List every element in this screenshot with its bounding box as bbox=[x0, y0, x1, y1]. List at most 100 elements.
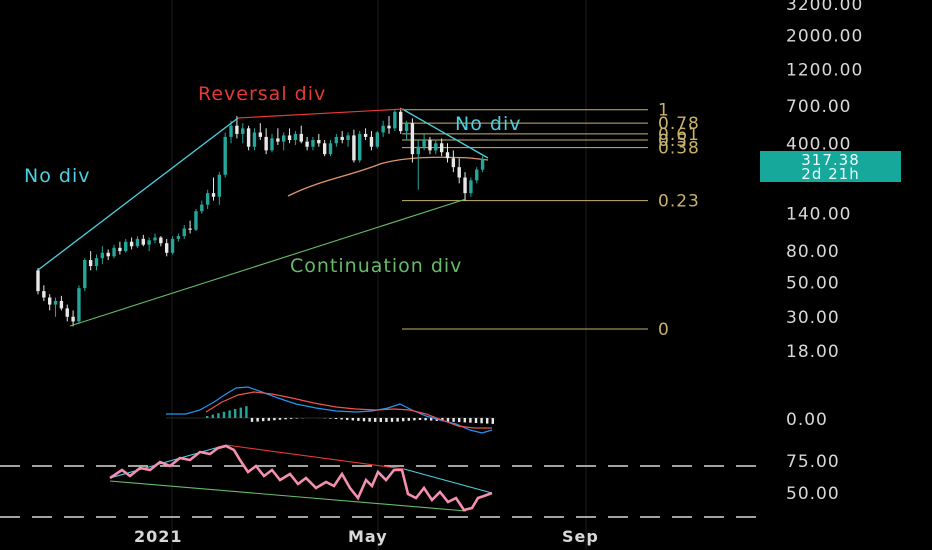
macd-histogram-bar bbox=[239, 407, 242, 418]
current-price-countdown: 2d 21h bbox=[801, 165, 860, 183]
fib-level-label: 0.38 bbox=[658, 139, 700, 159]
candle bbox=[276, 128, 280, 145]
macd-histogram-bar bbox=[290, 418, 293, 419]
candle bbox=[322, 140, 327, 157]
macd-histogram-bar bbox=[245, 406, 248, 418]
macd-histogram-bar bbox=[379, 418, 382, 422]
candle bbox=[346, 132, 350, 147]
macd-histogram-bar bbox=[469, 418, 472, 423]
price-axis-label: 30.00 bbox=[786, 308, 840, 328]
candle bbox=[124, 238, 128, 253]
candle bbox=[475, 167, 479, 184]
macd-pane bbox=[166, 386, 494, 434]
candle bbox=[211, 177, 216, 201]
current-price-tag[interactable]: 317.38 2d 21h bbox=[760, 151, 901, 182]
rsi-no-div-trendline-right bbox=[403, 468, 493, 494]
macd-histogram-bar bbox=[402, 418, 405, 422]
fib-level-label: 0 bbox=[658, 320, 670, 340]
candle bbox=[439, 138, 444, 157]
macd-histogram-bar bbox=[206, 416, 209, 418]
candle bbox=[217, 172, 222, 205]
candle bbox=[463, 172, 467, 201]
macd-histogram-bar bbox=[413, 418, 416, 421]
candle bbox=[205, 189, 210, 209]
candle bbox=[334, 133, 339, 147]
candle bbox=[53, 297, 58, 317]
candle bbox=[299, 125, 303, 144]
macd-histogram-bar bbox=[357, 418, 360, 421]
macd-histogram-bar bbox=[284, 418, 287, 420]
candle bbox=[457, 158, 461, 184]
macd-histogram-bar bbox=[491, 418, 494, 424]
candle bbox=[451, 150, 456, 173]
macd-line bbox=[166, 386, 493, 434]
candle bbox=[159, 236, 163, 247]
macd-histogram-bar bbox=[452, 418, 455, 422]
candle bbox=[170, 236, 175, 255]
candle bbox=[293, 131, 298, 145]
candle bbox=[258, 123, 262, 141]
candle bbox=[176, 233, 181, 242]
macd-histogram-bar bbox=[256, 418, 259, 422]
price-axis-label: 140.00 bbox=[786, 205, 851, 225]
rsi-axis-label-75: 75.00 bbox=[786, 452, 840, 472]
macd-histogram-bar bbox=[340, 418, 343, 420]
macd-histogram-bar bbox=[458, 418, 461, 423]
price-axis-label: 2000.00 bbox=[786, 26, 863, 46]
candle bbox=[363, 128, 368, 141]
fib-retracement[interactable]: 10.780.610.50.380.230 bbox=[402, 101, 700, 340]
reversal-div-label: Reversal div bbox=[198, 83, 326, 105]
candle bbox=[340, 131, 344, 144]
candle bbox=[42, 285, 46, 301]
chart-canvas[interactable]: 3200.002000.001200.00700.00400.00140.008… bbox=[0, 0, 932, 550]
candle bbox=[48, 294, 52, 311]
candle bbox=[399, 107, 403, 134]
candle bbox=[141, 234, 145, 247]
candle bbox=[200, 200, 204, 214]
macd-histogram-bar bbox=[250, 418, 254, 422]
macd-signal-line bbox=[205, 391, 492, 429]
candle bbox=[311, 136, 315, 151]
macd-histogram-bar bbox=[346, 418, 349, 420]
candle bbox=[270, 133, 274, 153]
candle bbox=[106, 249, 110, 261]
macd-histogram-bar bbox=[217, 413, 220, 418]
candle bbox=[59, 295, 64, 311]
candle bbox=[36, 268, 40, 295]
macd-histogram-bar bbox=[262, 418, 265, 422]
candle bbox=[375, 131, 379, 149]
macd-histogram-bar bbox=[385, 418, 388, 422]
macd-histogram-bar bbox=[424, 418, 427, 421]
macd-histogram-bar bbox=[234, 409, 237, 418]
candle bbox=[194, 208, 198, 231]
candle bbox=[469, 177, 473, 197]
macd-histogram-bar bbox=[273, 418, 276, 421]
macd-histogram-bar bbox=[329, 418, 332, 419]
candle bbox=[328, 140, 333, 157]
reversal-div-trendline bbox=[237, 108, 405, 119]
candle bbox=[65, 304, 69, 322]
price-axis-label: 3200.00 bbox=[786, 0, 863, 15]
candle bbox=[182, 225, 186, 239]
candle bbox=[252, 128, 257, 151]
candle bbox=[71, 310, 75, 327]
candle bbox=[387, 116, 391, 134]
continuation-div-label: Continuation div bbox=[290, 255, 462, 277]
macd-histogram-bar bbox=[362, 418, 366, 422]
rsi-axis-label-50: 50.00 bbox=[786, 484, 840, 504]
candle bbox=[223, 132, 227, 178]
macd-histogram-bar bbox=[407, 418, 410, 421]
candle bbox=[129, 237, 134, 250]
candle bbox=[393, 109, 397, 132]
candle bbox=[428, 136, 432, 155]
candle bbox=[404, 120, 409, 141]
candle bbox=[416, 140, 420, 190]
macd-histogram-bar bbox=[474, 418, 478, 423]
macd-axis-zero: 0.00 bbox=[786, 410, 828, 430]
candle bbox=[77, 285, 81, 324]
candlestick-series bbox=[36, 107, 485, 327]
candle bbox=[410, 118, 415, 163]
time-label-may: May bbox=[348, 527, 388, 546]
macd-histogram-bar bbox=[374, 418, 377, 422]
candle bbox=[287, 128, 292, 144]
